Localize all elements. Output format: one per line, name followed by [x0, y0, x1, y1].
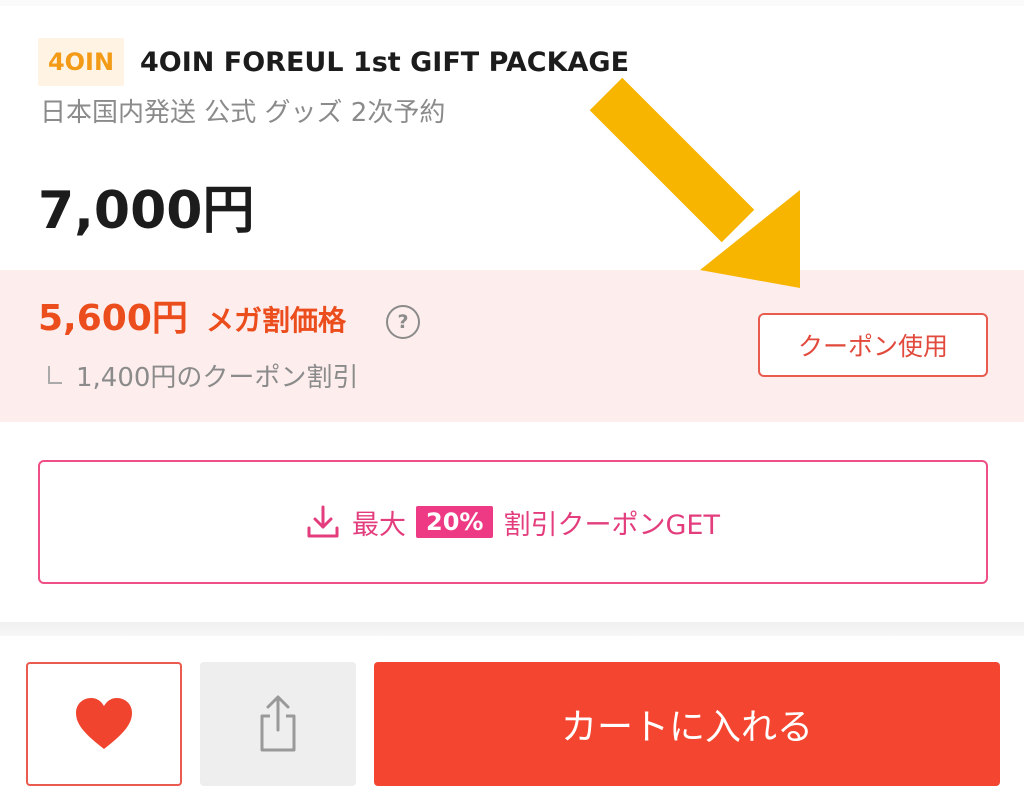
wishlist-button[interactable]	[26, 662, 182, 786]
get-coupon-suffix: 割引クーポンGET	[503, 509, 720, 541]
product-title: 4OIN FOREUL 1st GIFT PACKAGE	[140, 47, 630, 78]
mega-sale-price: 5,600円	[38, 298, 188, 339]
section-divider	[0, 622, 1024, 636]
mega-sale-label: メガ割価格	[206, 304, 347, 337]
share-button[interactable]	[200, 662, 356, 786]
get-coupon-prefix: 最大	[352, 509, 407, 541]
coupon-price-panel: 5,600円 メガ割価格 ? 1,400円のクーポン割引 クーポン使用	[0, 270, 1024, 422]
discount-percent-badge: 20%	[416, 506, 494, 538]
top-divider	[0, 0, 1024, 6]
heart-icon	[76, 698, 132, 749]
share-icon	[260, 695, 296, 752]
help-icon[interactable]: ?	[386, 305, 420, 339]
use-coupon-button[interactable]: クーポン使用	[758, 313, 988, 377]
add-to-cart-button[interactable]: カートに入れる	[374, 662, 1000, 786]
download-icon	[307, 505, 339, 538]
product-subtitle: 日本国内発送 公式 グッズ 2次予約	[40, 98, 446, 128]
coupon-discount-note: 1,400円のクーポン割引	[76, 363, 359, 393]
brand-badge[interactable]: 4OIN	[38, 38, 124, 86]
product-price: 7,000円	[38, 181, 255, 241]
get-coupon-button[interactable]: 最大 20% 割引クーポンGET	[38, 460, 988, 584]
sub-item-connector	[48, 366, 62, 384]
